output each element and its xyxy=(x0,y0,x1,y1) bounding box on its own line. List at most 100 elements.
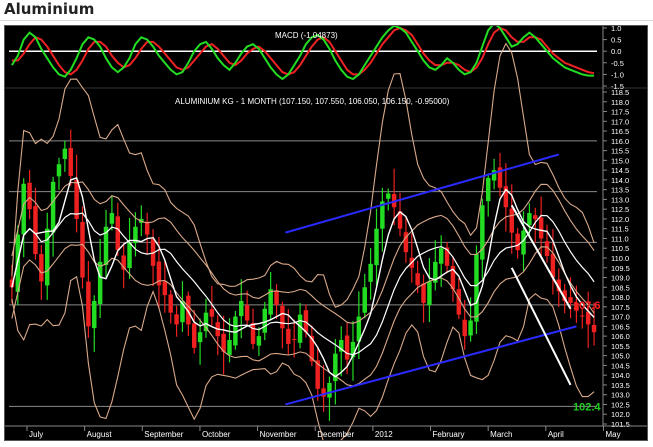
price-tick-label: 111.5 xyxy=(611,225,629,234)
candle-body xyxy=(533,215,538,219)
candle-body xyxy=(27,182,32,210)
page-title: Aluminium xyxy=(4,0,95,18)
candle-body xyxy=(250,323,256,344)
macd-panel: MACD (-1.04873) xyxy=(5,22,647,89)
trend-line-steep-lower xyxy=(510,267,572,386)
candle-body xyxy=(438,248,444,264)
price-tick-label: 109.0 xyxy=(611,274,630,283)
candle-body xyxy=(527,213,532,226)
candle-body xyxy=(56,164,62,177)
price-tick-label: 107.5 xyxy=(611,303,630,312)
candle-body xyxy=(144,221,150,235)
price-tick-label: 109.5 xyxy=(611,264,630,273)
candle-body xyxy=(286,328,291,344)
candle-body xyxy=(291,338,297,341)
price-tick-label: 115.0 xyxy=(611,156,629,165)
price-tick-label: 118.0 xyxy=(611,98,629,107)
candle-body xyxy=(162,281,168,296)
candle-body xyxy=(362,287,367,313)
price-tick-label: 101.5 xyxy=(611,420,630,429)
macd-tick-label: 0.5 xyxy=(611,36,621,45)
candle-body xyxy=(197,332,203,343)
candle-body xyxy=(256,336,262,346)
chart-frame: MACD (-1.04873) 107.6 102.4 ALUMINIUM KG -… xyxy=(4,22,648,447)
candle-body xyxy=(515,233,520,251)
price-tick-label: 113.5 xyxy=(611,186,629,195)
candle-body xyxy=(421,283,426,303)
candle-body xyxy=(227,340,232,355)
candle-body xyxy=(191,323,197,348)
instrument-label: ALUMINIUM KG - 1 MONTH (107.150, 107.550… xyxy=(175,97,450,106)
price-tick-label: 116.0 xyxy=(611,137,629,146)
price-tick-label: 102.5 xyxy=(611,400,630,409)
candle-body xyxy=(168,294,173,313)
outer-lower-band xyxy=(11,243,595,387)
candle-body xyxy=(462,319,467,337)
candle-body xyxy=(92,300,97,329)
price-tick-label: 116.5 xyxy=(611,127,629,136)
title-divider xyxy=(0,20,653,21)
price-tick-label: 108.0 xyxy=(611,293,630,302)
price-tick-label: 104.0 xyxy=(611,371,630,380)
candle-body xyxy=(344,335,350,360)
price-tick-label: 112.0 xyxy=(611,215,629,224)
price-tick-label: 110.5 xyxy=(611,244,629,253)
date-tick-label: November xyxy=(260,430,297,439)
price-tick-label: 115.5 xyxy=(611,147,629,156)
candle-body xyxy=(115,216,121,251)
date-tick-label: July xyxy=(29,430,43,439)
date-tick-label: October xyxy=(202,430,231,439)
price-tick-label: 105.5 xyxy=(611,342,630,351)
trend-line-lower-channel xyxy=(285,325,577,406)
candle-body xyxy=(280,305,285,329)
date-tick-label: May xyxy=(605,430,620,439)
chart-canvas: MACD (-1.04873) 107.6 102.4 ALUMINIUM KG -… xyxy=(5,22,647,447)
candle-body xyxy=(386,193,391,199)
price-tick-label: 107.0 xyxy=(611,313,630,322)
candle-body xyxy=(415,273,420,286)
price-tick-label: 117.0 xyxy=(611,117,629,126)
candle-body xyxy=(174,314,179,325)
candle-body xyxy=(239,300,244,317)
candle-body xyxy=(109,213,115,224)
price-panel: 107.6 102.4 ALUMINIUM KG - 1 MONTH (107.15… xyxy=(9,42,601,447)
candle-body xyxy=(80,222,85,278)
candle-body xyxy=(244,305,250,321)
macd-tick-label: 1.0 xyxy=(611,26,621,33)
price-tick-label: 118.5 xyxy=(611,88,629,97)
candle-body xyxy=(368,263,373,282)
price-tick-label: 106.0 xyxy=(611,332,630,341)
candle-body xyxy=(374,228,379,266)
date-tick-label: February xyxy=(433,430,465,439)
candle-body xyxy=(480,205,485,260)
date-tick-label: 2012 xyxy=(375,430,393,439)
candle-body xyxy=(86,281,91,327)
price-tick-label: 104.5 xyxy=(611,361,630,370)
price-tick-label: 114.0 xyxy=(611,176,629,185)
date-tick-label: September xyxy=(144,430,183,439)
candle-body xyxy=(97,261,103,305)
candle-body xyxy=(74,179,79,219)
price-tick-label: 112.5 xyxy=(611,205,629,214)
candle-body xyxy=(538,217,544,239)
price-tick-label: 105.0 xyxy=(611,352,630,361)
macd-label: MACD (-1.04873) xyxy=(275,31,338,40)
date-tick-label: March xyxy=(490,430,512,439)
price-tick-label: 108.5 xyxy=(611,283,630,292)
candle-body xyxy=(127,242,132,268)
candle-body xyxy=(485,177,491,202)
candle-body xyxy=(68,148,73,176)
candle-body xyxy=(62,148,68,159)
candle-body xyxy=(427,281,432,306)
price-tick-label: 103.5 xyxy=(611,381,630,390)
candle-body xyxy=(509,208,514,233)
candle-body xyxy=(327,382,332,398)
price-tick-label: 106.5 xyxy=(611,322,630,331)
price-tick-label: 103.0 xyxy=(611,391,630,400)
price-tick-label: 110.0 xyxy=(611,254,629,263)
candle-body xyxy=(468,320,473,336)
trend-line-upper-channel xyxy=(285,153,560,234)
price-annotation: 107.6 xyxy=(573,300,601,312)
price-tick-label: 102.0 xyxy=(611,410,630,419)
date-tick-label: April xyxy=(548,430,564,439)
